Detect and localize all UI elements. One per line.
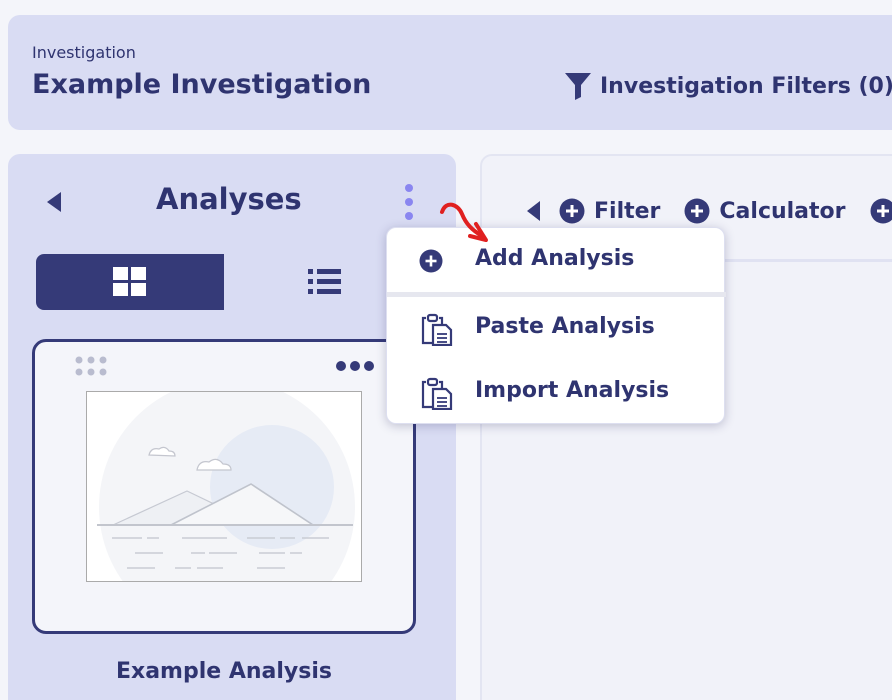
collapse-left-icon[interactable] <box>526 200 541 222</box>
menu-item-label: Add Analysis <box>475 246 635 271</box>
plus-circle-icon <box>870 198 892 224</box>
clipboard-icon <box>421 313 453 346</box>
funnel-icon <box>565 73 591 100</box>
analyses-menu-button[interactable] <box>403 184 415 222</box>
plus-circle-icon <box>419 249 443 273</box>
menu-item-label: Paste Analysis <box>475 314 655 339</box>
analysis-card-label: Example Analysis <box>115 659 332 684</box>
clipboard-icon <box>421 377 453 410</box>
analyses-dropdown-menu: Add Analysis Paste Analysis Import Analy… <box>386 227 726 424</box>
investigation-filters-label: Investigation Filters (0) <box>600 73 892 99</box>
grid-view-button[interactable] <box>36 254 224 310</box>
plus-circle-icon <box>559 198 585 224</box>
menu-item-add-analysis[interactable]: Add Analysis <box>387 242 726 278</box>
header-subtitle: Investigation <box>32 43 136 62</box>
plus-circle-icon <box>684 198 710 224</box>
filter-tool-label: Filter <box>594 198 661 224</box>
calculator-tool-label: Calculator <box>719 198 846 224</box>
collapse-left-icon[interactable] <box>46 191 62 213</box>
workspace-toolbar: Filter Calculator <box>526 198 892 224</box>
analysis-thumbnail <box>86 391 362 582</box>
list-icon <box>308 269 341 294</box>
view-toggle <box>36 254 426 310</box>
grid-icon <box>113 267 146 296</box>
more-tools-button[interactable] <box>870 198 892 224</box>
menu-item-paste-analysis[interactable]: Paste Analysis <box>387 310 726 346</box>
investigation-title: Example Investigation <box>32 69 372 100</box>
more-options-icon[interactable] <box>335 360 375 372</box>
investigation-filters-button[interactable]: Investigation Filters (0) <box>564 71 892 101</box>
drag-handle-icon[interactable] <box>75 356 109 378</box>
investigation-header: Investigation Example Investigation Inve… <box>8 15 892 130</box>
analysis-card[interactable] <box>32 339 416 634</box>
menu-item-label: Import Analysis <box>475 378 670 403</box>
menu-item-import-analysis[interactable]: Import Analysis <box>387 374 726 410</box>
toolbar-divider <box>712 259 892 262</box>
analyses-title: Analyses <box>156 182 302 216</box>
placeholder-landscape-icon <box>97 392 355 581</box>
filter-tool-button[interactable]: Filter <box>559 198 660 224</box>
annotation-arrow-icon <box>440 202 488 242</box>
calculator-tool-button[interactable]: Calculator <box>684 198 846 224</box>
menu-divider <box>387 292 726 297</box>
